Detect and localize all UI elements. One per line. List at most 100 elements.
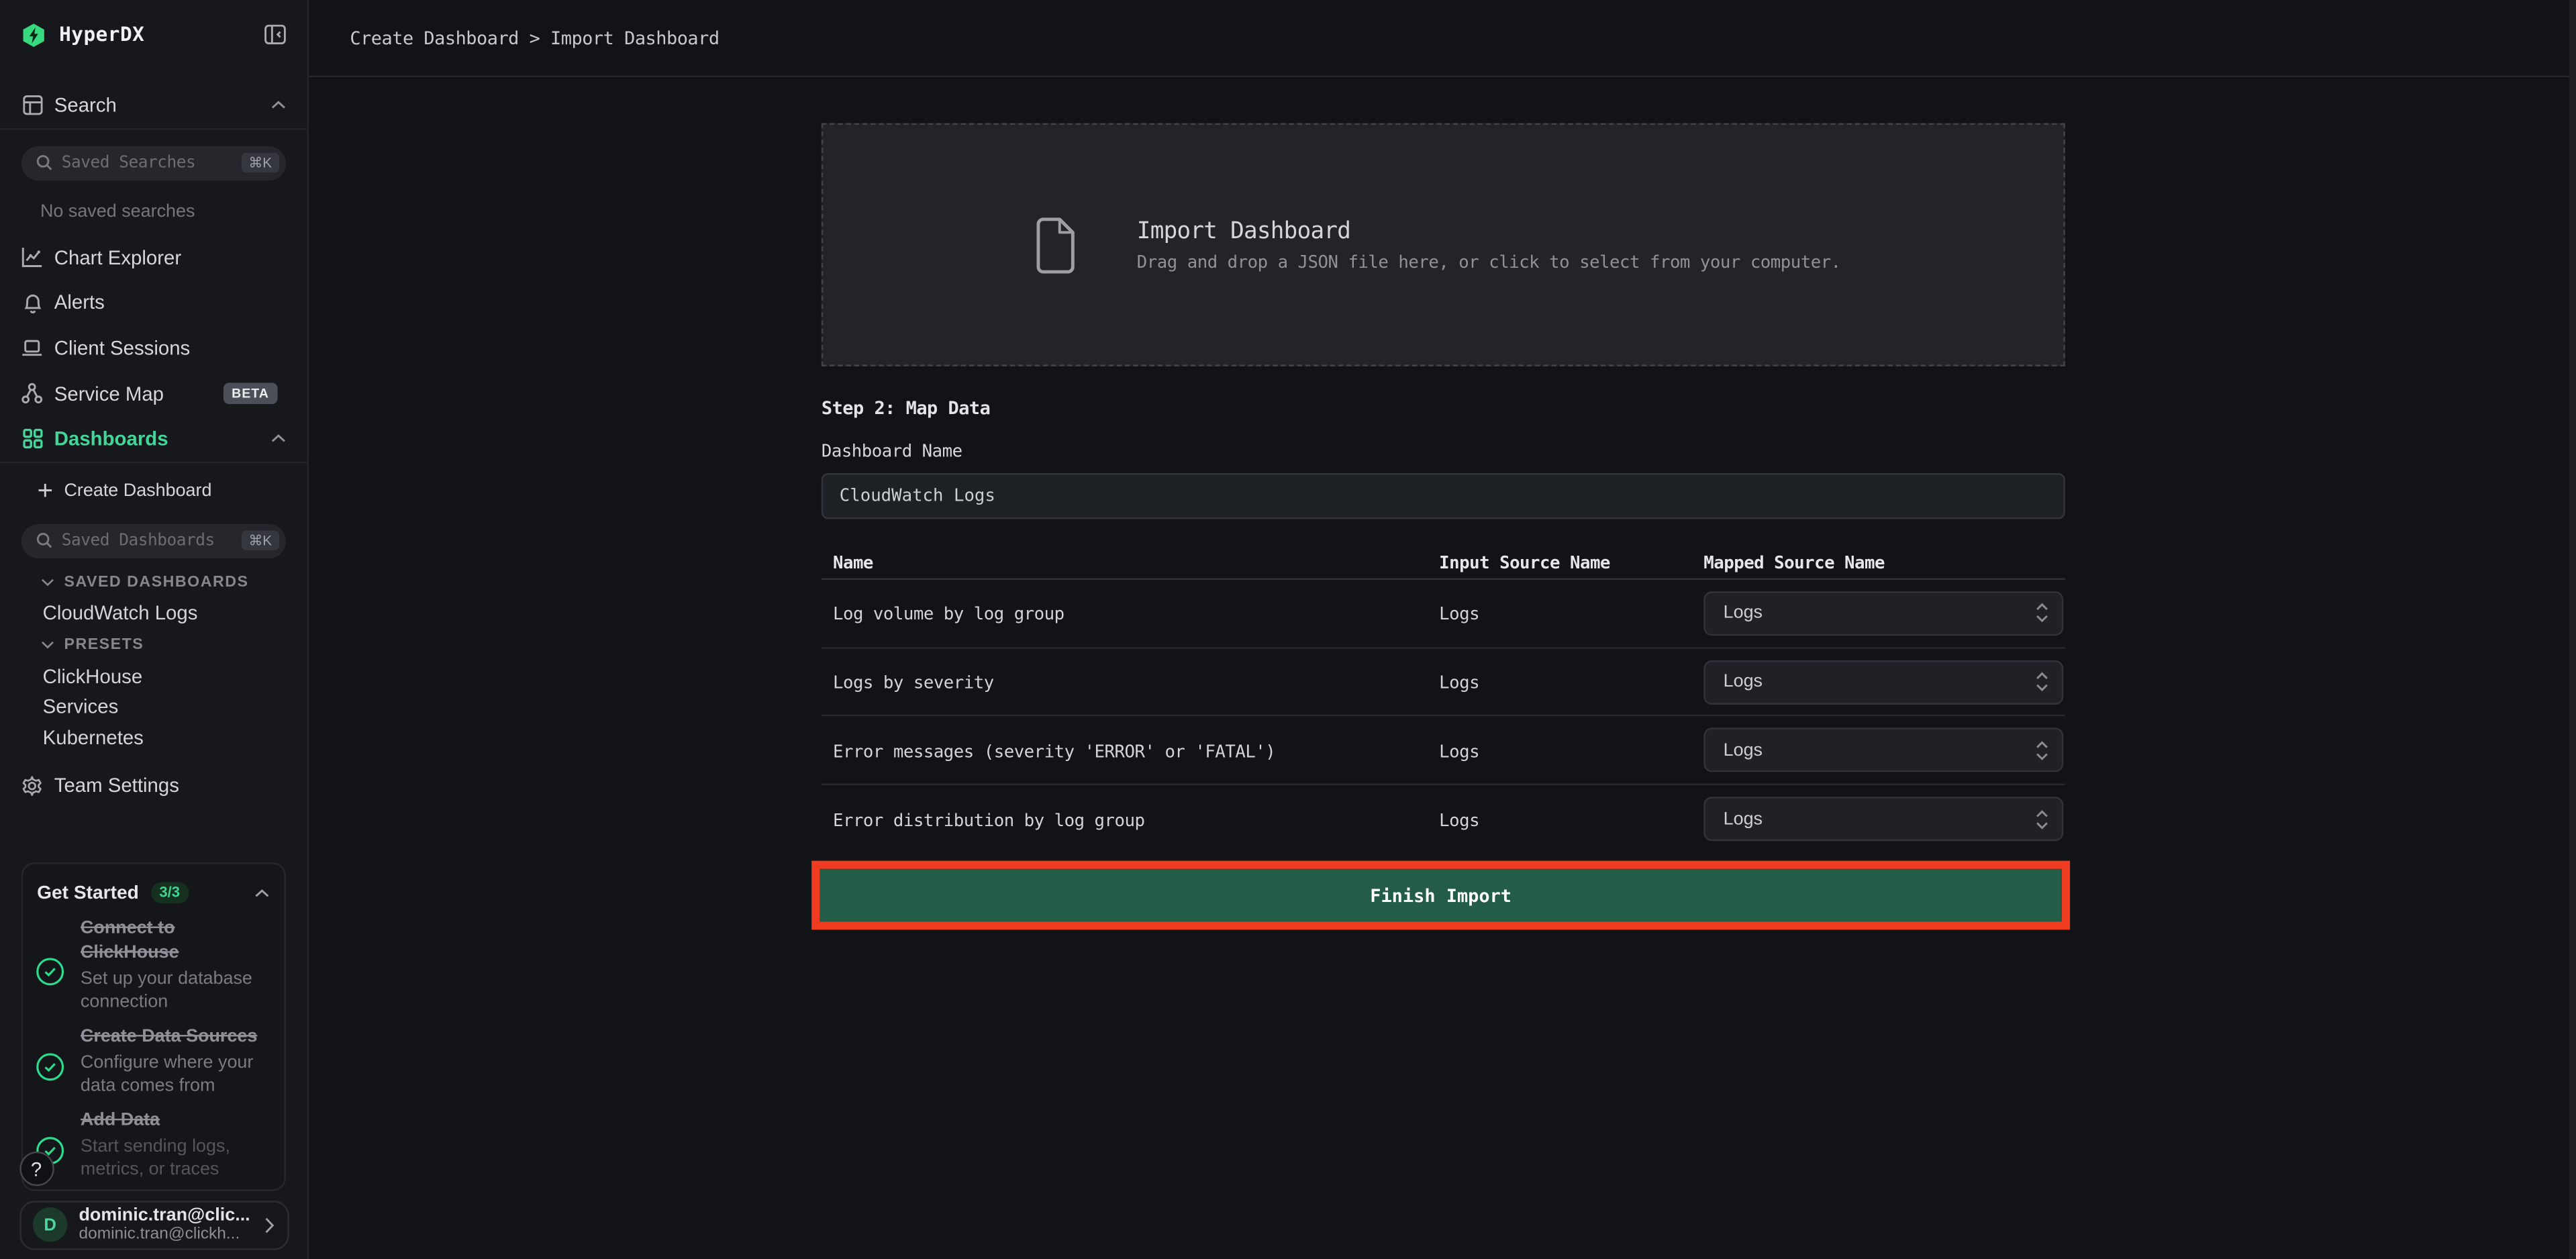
column-header-mapped-source: Mapped Source Name bbox=[1703, 553, 1885, 572]
hyperdx-logo-icon bbox=[21, 22, 46, 47]
mapped-source-select[interactable]: Logs bbox=[1703, 797, 2063, 842]
mapping-table: Name Input Source Name Mapped Source Nam… bbox=[822, 544, 2065, 854]
task-title: Add Data bbox=[81, 1109, 271, 1134]
sidebar-item-search[interactable]: Search bbox=[0, 82, 306, 126]
create-dashboard-button[interactable]: Create Dashboard bbox=[0, 473, 306, 507]
chevron-up-icon bbox=[254, 888, 268, 898]
get-started-card: Get Started 3/3 Connect to ClickHouse Se… bbox=[21, 862, 285, 1191]
click-highlight-annotation: Finish Import bbox=[811, 861, 2070, 930]
mapped-source-select[interactable]: Logs bbox=[1703, 660, 2063, 704]
user-email: dominic.tran@clickh... bbox=[79, 1226, 263, 1244]
get-started-progress-badge: 3/3 bbox=[150, 882, 189, 903]
sidebar-item-label: Team Settings bbox=[54, 774, 179, 797]
select-chevrons-icon bbox=[2036, 603, 2049, 623]
sidebar-item-chart-explorer[interactable]: Chart Explorer bbox=[0, 235, 306, 279]
chart-name: Logs by severity bbox=[833, 674, 994, 693]
column-header-name: Name bbox=[833, 553, 873, 572]
search-section-icon bbox=[21, 94, 43, 115]
dashboard-name-input[interactable] bbox=[822, 472, 2065, 519]
gear-icon bbox=[21, 774, 43, 796]
chevron-down-icon bbox=[41, 578, 54, 587]
sidebar-item-client-sessions[interactable]: Client Sessions bbox=[0, 327, 306, 371]
sidebar-preset-services[interactable]: Services bbox=[43, 695, 119, 717]
bell-icon bbox=[21, 292, 43, 313]
saved-searches-placeholder: Saved Searches bbox=[62, 154, 242, 172]
create-dashboard-label: Create Dashboard bbox=[64, 481, 211, 500]
search-icon bbox=[36, 532, 52, 548]
check-circle-icon bbox=[36, 957, 64, 985]
table-row: Error messages (severity 'ERROR' or 'FAT… bbox=[822, 717, 2065, 785]
mapped-source-select[interactable]: Logs bbox=[1703, 591, 2063, 636]
divider bbox=[0, 128, 306, 129]
select-chevrons-icon bbox=[2036, 740, 2049, 760]
table-row: Log volume by log group Logs Logs bbox=[822, 580, 2065, 648]
dashboards-grid-icon bbox=[21, 427, 43, 449]
selected-option: Logs bbox=[1724, 603, 2036, 623]
section-title: SAVED DASHBOARDS bbox=[64, 573, 248, 591]
finish-import-button[interactable]: Finish Import bbox=[820, 869, 2061, 921]
task-title: Connect to ClickHouse bbox=[81, 916, 271, 965]
chevron-up-icon bbox=[270, 434, 285, 444]
sidebar-preset-clickhouse[interactable]: ClickHouse bbox=[43, 664, 143, 687]
get-started-item[interactable]: Connect to ClickHouse Set up your databa… bbox=[81, 916, 271, 1014]
task-subtitle: Start sending logs, metrics, or traces bbox=[81, 1135, 271, 1182]
search-icon bbox=[36, 154, 52, 170]
service-map-icon bbox=[21, 383, 43, 405]
selected-option: Logs bbox=[1724, 740, 2036, 760]
step-title: Step 2: Map Data bbox=[822, 397, 991, 418]
table-header: Name Input Source Name Mapped Source Nam… bbox=[822, 544, 2065, 580]
get-started-title: Get Started bbox=[37, 883, 139, 903]
sidebar-item-alerts[interactable]: Alerts bbox=[0, 281, 306, 325]
selected-option: Logs bbox=[1724, 809, 2036, 829]
task-title: Create Data Sources bbox=[81, 1024, 271, 1049]
saved-dashboards-input[interactable]: Saved Dashboards ⌘K bbox=[21, 523, 285, 558]
check-circle-icon bbox=[36, 1052, 64, 1080]
column-header-input-source: Input Source Name bbox=[1439, 553, 1610, 572]
chart-name: Log volume by log group bbox=[833, 605, 1064, 625]
sidebar-item-team-settings[interactable]: Team Settings bbox=[0, 763, 306, 807]
import-dropzone[interactable]: Import Dashboard Drag and drop a JSON fi… bbox=[822, 123, 2065, 366]
sidebar-item-label: Search bbox=[54, 93, 117, 115]
selected-option: Logs bbox=[1724, 672, 2036, 691]
saved-dashboards-placeholder: Saved Dashboards bbox=[62, 532, 242, 550]
input-source-value: Logs bbox=[1439, 674, 1479, 693]
dashboard-name-label: Dashboard Name bbox=[822, 441, 962, 460]
get-started-header[interactable]: Get Started 3/3 bbox=[37, 882, 268, 903]
app-window: HyperDX Search bbox=[0, 0, 2576, 1259]
saved-searches-input[interactable]: Saved Searches ⌘K bbox=[21, 146, 285, 180]
plus-icon bbox=[38, 483, 52, 498]
sidebar-item-label: Client Sessions bbox=[54, 338, 190, 360]
section-presets[interactable]: PRESETS bbox=[41, 635, 144, 653]
scrollbar[interactable] bbox=[2569, 0, 2576, 1259]
task-subtitle: Set up your database connection bbox=[81, 966, 271, 1013]
collapse-sidebar-icon[interactable] bbox=[264, 25, 285, 44]
mapped-source-select[interactable]: Logs bbox=[1703, 728, 2063, 772]
sidebar-dashboard-cloudwatch-logs[interactable]: CloudWatch Logs bbox=[43, 601, 198, 623]
section-saved-dashboards[interactable]: SAVED DASHBOARDS bbox=[41, 573, 248, 591]
sidebar-preset-kubernetes[interactable]: Kubernetes bbox=[43, 725, 144, 748]
sidebar-item-label: Alerts bbox=[54, 291, 105, 314]
shortcut-badge: ⌘K bbox=[242, 153, 279, 172]
sidebar-item-label: Chart Explorer bbox=[54, 246, 181, 268]
table-row: Error distribution by log group Logs Log… bbox=[822, 785, 2065, 854]
sidebar-item-dashboards[interactable]: Dashboards bbox=[0, 416, 306, 460]
sidebar: HyperDX Search bbox=[0, 0, 308, 1259]
avatar: D bbox=[33, 1208, 67, 1242]
sidebar-item-service-map[interactable]: Service Map BETA bbox=[0, 371, 306, 415]
file-icon bbox=[1036, 216, 1076, 274]
sidebar-item-label: Service Map bbox=[54, 382, 164, 405]
get-started-item[interactable]: Add Data Start sending logs, metrics, or… bbox=[81, 1109, 271, 1182]
input-source-value: Logs bbox=[1439, 605, 1479, 625]
help-button[interactable]: ? bbox=[19, 1152, 53, 1186]
user-account-button[interactable]: D dominic.tran@clic... dominic.tran@clic… bbox=[19, 1200, 288, 1250]
divider bbox=[0, 462, 306, 463]
user-name: dominic.tran@clic... bbox=[79, 1206, 263, 1225]
shortcut-badge: ⌘K bbox=[242, 531, 279, 550]
get-started-item[interactable]: Create Data Sources Configure where your… bbox=[81, 1024, 271, 1097]
input-source-value: Logs bbox=[1439, 742, 1479, 762]
top-bar: Create Dashboard > Import Dashboard bbox=[309, 0, 2576, 77]
beta-badge: BETA bbox=[224, 383, 277, 405]
dropzone-title: Import Dashboard bbox=[1137, 217, 1841, 244]
breadcrumb: Create Dashboard > Import Dashboard bbox=[350, 27, 719, 48]
chart-name: Error messages (severity 'ERROR' or 'FAT… bbox=[833, 742, 1275, 762]
